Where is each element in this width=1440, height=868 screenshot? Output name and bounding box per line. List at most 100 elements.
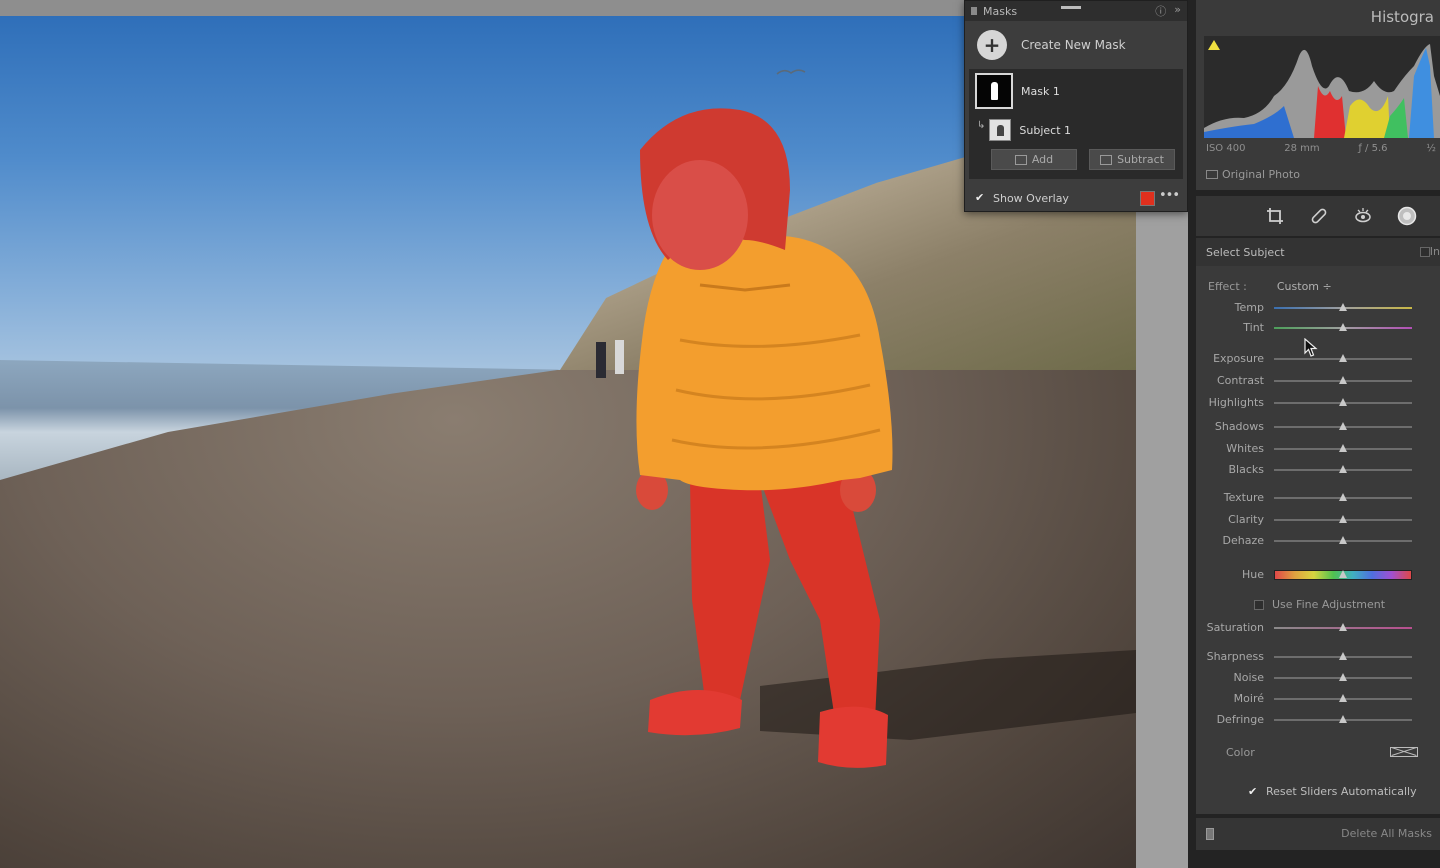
original-photo-label: Original Photo [1222,168,1300,181]
subtract-mask-icon [1100,154,1113,165]
slider-blacks: Blacks [1196,462,1440,478]
slider-label: Shadows [1214,420,1264,433]
slider-knob[interactable] [1339,715,1347,723]
slider-knob[interactable] [1339,623,1347,631]
fine-adjustment-checkbox[interactable] [1254,599,1264,610]
tool-strip [1196,196,1440,236]
slider-temp: Temp [1196,300,1440,316]
slider-knob[interactable] [1339,376,1347,384]
slider-highlights: Highlights [1196,395,1440,411]
slider-knob[interactable] [1339,444,1347,452]
slider-label: Exposure [1213,352,1264,365]
slider-knob[interactable] [1339,673,1347,681]
slider-knob[interactable] [1339,398,1347,406]
more-options-icon[interactable]: ••• [1159,188,1180,203]
slider-tint: Tint [1196,320,1440,336]
overlay-color-swatch[interactable] [1140,191,1155,206]
slider-label: Whites [1226,442,1264,455]
focal-length-value: 28 mm [1284,143,1320,154]
mask-component-subject1[interactable]: ↳ Subject 1 [977,119,1071,141]
mask-item-mask1[interactable]: Mask 1 [975,73,1060,109]
invert-label: In [1429,245,1440,258]
panel-switch-icon[interactable] [1206,828,1214,840]
slider-label: Moiré [1233,692,1264,705]
slider-label: Temp [1234,301,1264,314]
subtract-label: Subtract [1117,153,1164,166]
slider-knob[interactable] [1339,515,1347,523]
plus-icon[interactable]: + [977,30,1007,60]
mouse-cursor-icon [1304,338,1318,357]
slider-shadows: Shadows [1196,419,1440,435]
histogram-panel: Histogra ISO 400 28 mm ƒ / 5.6 ½ Origina… [1196,0,1440,190]
slider-knob[interactable] [1339,493,1347,501]
slider-label: Saturation [1206,621,1264,634]
create-new-mask-button[interactable]: + Create New Mask [965,21,1187,69]
heal-icon[interactable] [1308,205,1330,227]
slider-label: Defringe [1216,713,1264,726]
slider-knob[interactable] [1339,354,1347,362]
drag-grip-icon[interactable] [971,7,977,15]
select-subject-header[interactable]: Select Subject In [1196,238,1440,266]
slider-label: Noise [1233,671,1264,684]
slider-label: Hue [1241,568,1264,581]
add-button[interactable]: Add [991,149,1077,170]
histogram-graph[interactable] [1204,36,1440,138]
mask-thumbnail [975,73,1013,109]
iso-value: ISO 400 [1206,143,1246,154]
masks-panel-header[interactable]: Masks ⓘ » [965,1,1187,21]
fine-adjustment-label: Use Fine Adjustment [1272,598,1386,611]
slider-defringe: Defringe [1196,712,1440,728]
slider-label: Texture [1223,491,1264,504]
effect-label: Effect : [1208,280,1247,293]
show-overlay-checkbox[interactable]: ✔ [975,192,987,204]
slider-knob[interactable] [1339,570,1347,578]
slider-clarity: Clarity [1196,512,1440,528]
original-photo-toggle[interactable]: Original Photo [1206,168,1300,181]
reset-sliders-checkbox[interactable]: ✔ [1248,785,1260,798]
slider-knob[interactable] [1339,694,1347,702]
slider-label: Contrast [1216,374,1264,387]
masks-panel: Masks ⓘ » + Create New Mask Mask 1 ↳ Sub… [964,0,1188,212]
slider-label: Blacks [1228,463,1265,476]
masks-footer: Delete All Masks [1196,818,1440,850]
slider-knob[interactable] [1339,323,1347,331]
effect-preset-dropdown[interactable]: Custom ÷ [1277,280,1332,293]
slider-knob[interactable] [1339,422,1347,430]
slider-knob[interactable] [1339,536,1347,544]
color-label: Color [1226,746,1255,759]
effect-row: Effect : Custom ÷ [1208,280,1332,293]
mask-icon[interactable] [1396,205,1418,227]
subject-name: Subject 1 [1019,123,1072,137]
slider-knob[interactable] [1339,652,1347,660]
redeye-icon[interactable] [1352,205,1374,227]
shutter-value: ½ [1426,143,1436,154]
delete-all-masks-button[interactable]: Delete All Masks [1341,827,1432,840]
add-label: Add [1031,153,1054,166]
invert-checkbox[interactable] [1420,247,1430,257]
sub-arrow-icon: ↳ [977,119,986,131]
slider-knob[interactable] [1339,303,1347,311]
subtract-button[interactable]: Subtract [1089,149,1175,170]
histogram-title[interactable]: Histogra [1371,8,1434,26]
help-icon[interactable]: ⓘ [1155,3,1166,19]
slider-knob[interactable] [1339,465,1347,473]
slider-label: Clarity [1228,513,1264,526]
mask-list: Mask 1 ↳ Subject 1 Add Subtract [969,69,1183,179]
slider-hue: Hue [1196,567,1440,583]
slider-dehaze: Dehaze [1196,533,1440,549]
slider-label: Highlights [1208,396,1264,409]
slider-exposure: Exposure [1196,351,1440,367]
shadow-clipping-warning-icon[interactable] [1208,40,1220,50]
minimize-icon[interactable] [1061,6,1081,9]
subject-thumbnail-icon [989,119,1012,141]
mask-name: Mask 1 [1021,84,1060,98]
select-subject-label: Select Subject [1206,245,1285,259]
color-swatch[interactable] [1390,747,1418,757]
crop-icon[interactable] [1264,205,1286,227]
reset-sliders-row: ✔ Reset Sliders Automatically [1248,785,1417,798]
slider-label: Dehaze [1222,534,1265,547]
collapse-icon[interactable]: » [1174,3,1181,19]
slider-texture: Texture [1196,490,1440,506]
slider-noise: Noise [1196,670,1440,686]
show-overlay-row: ✔ Show Overlay ••• [965,185,1187,211]
